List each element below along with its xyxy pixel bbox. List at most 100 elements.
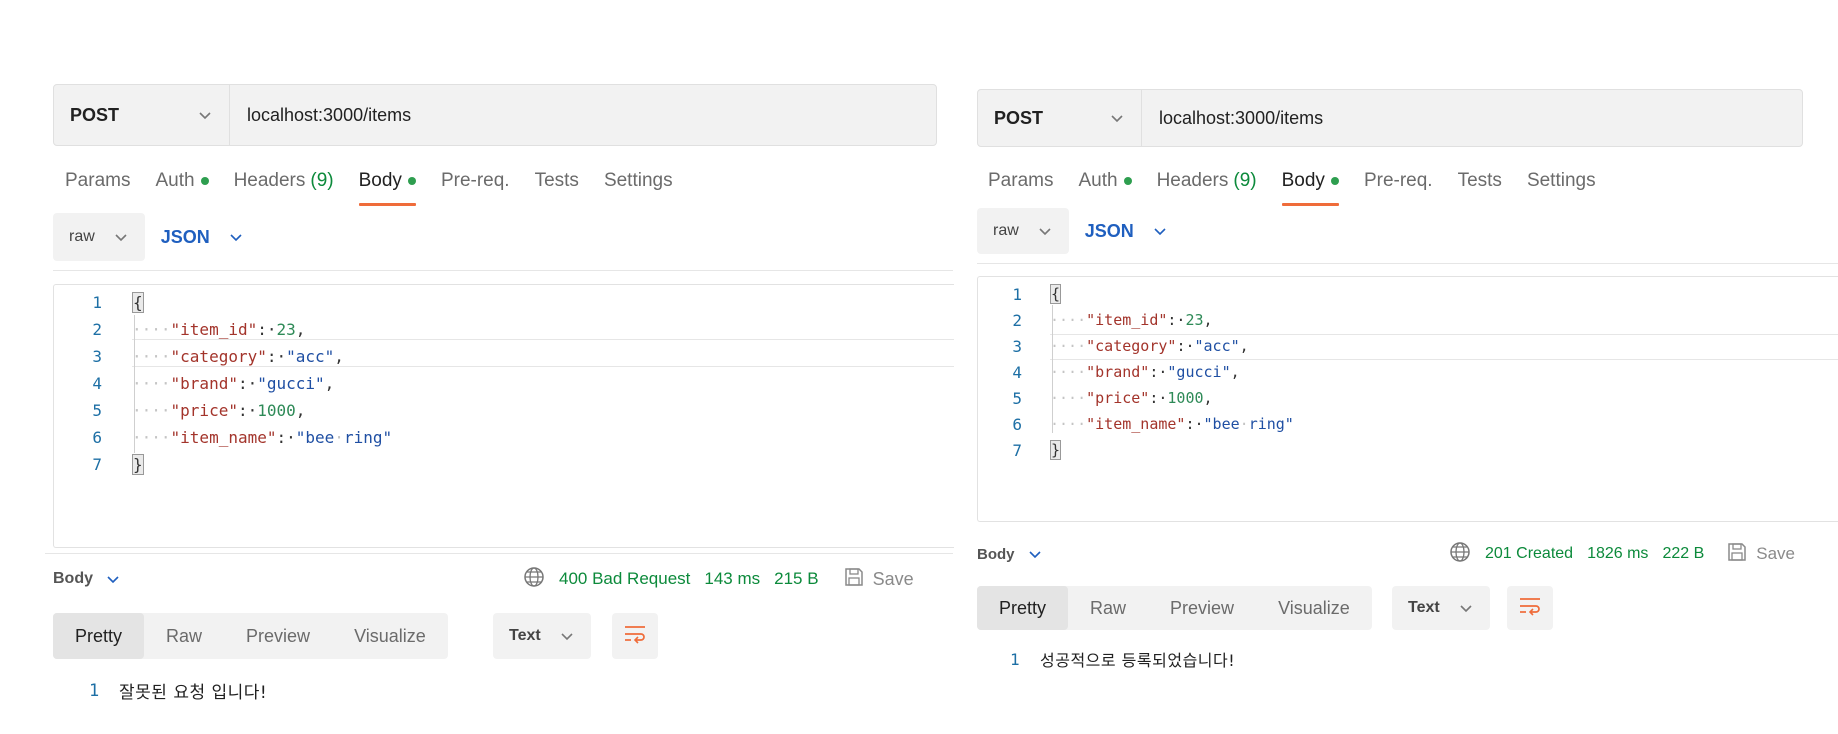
save-response-button[interactable]: Save — [1726, 541, 1795, 568]
json-value: 23 — [276, 320, 296, 339]
response-status[interactable]: 400 Bad Request — [559, 569, 690, 589]
line-number: 6 — [92, 428, 102, 447]
tab-visualize[interactable]: Visualize — [1256, 586, 1372, 630]
code-line: 4 ····"brand":·"gucci", — [978, 359, 1838, 385]
response-format-select[interactable]: Text — [493, 613, 591, 659]
code-line: 7 } — [54, 451, 954, 478]
tab-tests[interactable]: Tests — [1458, 170, 1502, 192]
tab-settings-label: Settings — [603, 170, 673, 191]
body-type-select[interactable]: raw — [53, 213, 145, 261]
format-select[interactable]: JSON — [161, 227, 244, 248]
response-body-select[interactable]: Body — [53, 570, 121, 588]
tab-raw[interactable]: Raw — [1068, 586, 1148, 630]
tab-raw[interactable]: Raw — [144, 613, 224, 659]
tab-tests[interactable]: Tests — [535, 170, 579, 192]
code-line: 1 { — [978, 281, 1838, 307]
tab-pretty[interactable]: Pretty — [977, 586, 1069, 630]
response-size[interactable]: 215 B — [774, 569, 818, 589]
request-tabs: Params Auth Headers (9) Body Pre-req. Tes… — [65, 170, 698, 206]
tab-headers[interactable]: Headers (9) — [1157, 170, 1257, 192]
wrap-lines-button[interactable] — [1507, 586, 1553, 630]
tab-params-label: Params — [65, 170, 131, 191]
tab-prereq[interactable]: Pre-req. — [1364, 170, 1433, 192]
response-time[interactable]: 1826 ms — [1587, 545, 1648, 563]
headers-count: (9) — [310, 170, 334, 191]
globe-icon[interactable] — [523, 566, 545, 593]
tab-prereq[interactable]: Pre-req. — [441, 170, 510, 192]
json-key: "price" — [170, 401, 238, 420]
code-line: 5 ····"price":·1000, — [978, 385, 1838, 411]
chevron-down-icon — [197, 107, 213, 123]
tab-prereq-label: Pre-req. — [440, 170, 510, 191]
tab-headers-label: Headers — [1156, 170, 1229, 191]
wrap-lines-button[interactable] — [612, 613, 658, 659]
chevron-down-icon — [1152, 223, 1168, 239]
response-body-label: Body — [977, 545, 1015, 563]
json-key: "category" — [1086, 337, 1177, 355]
code-line: 3 ····"category":·"acc", — [978, 333, 1838, 359]
divider — [53, 270, 953, 271]
code-line: 2 ····"item_id":·23, — [978, 307, 1838, 333]
body-type-label: raw — [69, 228, 95, 245]
body-editor[interactable]: 1 { 2 ····"item_id":·23, 3 ····"category… — [977, 276, 1838, 522]
tab-body-label: Body — [358, 170, 402, 191]
tab-settings[interactable]: Settings — [604, 170, 673, 192]
line-number: 4 — [1012, 362, 1022, 382]
json-key: "brand" — [1086, 363, 1150, 381]
chevron-down-icon — [1458, 600, 1474, 616]
tab-headers-label: Headers — [233, 170, 306, 191]
json-key: "item_id" — [1086, 311, 1168, 329]
body-type-select[interactable]: raw — [977, 208, 1069, 254]
open-brace: { — [132, 292, 144, 313]
format-select[interactable]: JSON — [1085, 221, 1168, 242]
tab-preview[interactable]: Preview — [1148, 586, 1256, 630]
save-icon — [1726, 541, 1748, 568]
tab-pretty[interactable]: Pretty — [53, 613, 145, 659]
tab-auth[interactable]: Auth — [1078, 170, 1132, 192]
request-tabs: Params Auth Headers (9) Body Pre-req. Tes… — [988, 170, 1621, 206]
response-text: 잘못된 요청 입니다! — [119, 683, 268, 703]
save-icon — [843, 566, 865, 593]
tab-params[interactable]: Params — [988, 170, 1053, 192]
line-number: 3 — [1012, 336, 1022, 356]
response-text: 성공적으로 등록되었습니다! — [1040, 651, 1236, 670]
wrap-lines-icon — [623, 624, 647, 649]
tab-headers[interactable]: Headers (9) — [234, 170, 334, 192]
url-input[interactable]: localhost:3000/items — [230, 105, 411, 126]
tab-settings[interactable]: Settings — [1527, 170, 1596, 192]
json-key: "brand" — [170, 374, 238, 393]
tab-params-label: Params — [988, 170, 1054, 191]
response-size[interactable]: 222 B — [1662, 545, 1704, 563]
tab-body[interactable]: Body — [1281, 170, 1340, 206]
save-response-button[interactable]: Save — [843, 566, 914, 593]
line-number: 6 — [1012, 414, 1022, 434]
json-key: "item_id" — [170, 320, 258, 339]
response-format-label: Text — [509, 627, 541, 644]
json-key: "item_name" — [170, 428, 277, 447]
chevron-down-icon — [1109, 110, 1125, 126]
line-number: 3 — [92, 347, 102, 366]
response-body-select[interactable]: Body — [977, 546, 1043, 563]
tab-preview[interactable]: Preview — [224, 613, 332, 659]
body-status-dot — [407, 177, 416, 185]
response-format-select[interactable]: Text — [1392, 586, 1490, 630]
tab-visualize[interactable]: Visualize — [332, 613, 448, 659]
url-input[interactable]: localhost:3000/items — [1142, 108, 1323, 129]
body-editor[interactable]: 1 { 2 ····"item_id":·23, 3 ····"category… — [53, 284, 954, 548]
tab-body[interactable]: Body — [358, 170, 417, 206]
tab-params[interactable]: Params — [65, 170, 130, 192]
json-value: 1000 — [257, 401, 296, 420]
body-status-dot — [1330, 177, 1339, 185]
chevron-down-icon — [559, 628, 575, 644]
globe-icon[interactable] — [1449, 541, 1471, 568]
chevron-down-icon — [228, 229, 244, 245]
response-time[interactable]: 143 ms — [704, 569, 760, 589]
tab-auth[interactable]: Auth — [155, 170, 209, 192]
body-options-row: raw JSON — [53, 213, 244, 261]
method-select[interactable]: POST — [978, 90, 1142, 146]
method-select[interactable]: POST — [54, 85, 230, 145]
response-status[interactable]: 201 Created — [1485, 545, 1573, 563]
method-label: POST — [70, 104, 120, 125]
response-line: 1 성공적으로 등록되었습니다! — [1010, 647, 1235, 671]
format-label: JSON — [160, 226, 210, 247]
